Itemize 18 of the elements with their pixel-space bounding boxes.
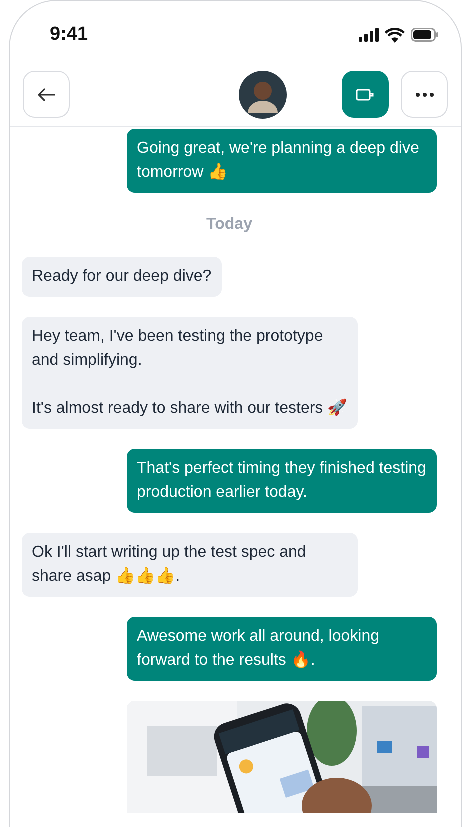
video-call-button[interactable]: [342, 71, 389, 118]
wifi-icon: [385, 28, 405, 42]
message-text: Awesome work all around, looking forward to the results 🔥.: [137, 627, 380, 671]
signal-icon: [359, 28, 379, 42]
message-text: Ready for our deep dive?: [32, 267, 212, 287]
message-text: That's perfect timing they finished testing production earlier today.: [137, 459, 427, 503]
date-divider: Today: [206, 215, 252, 235]
back-button[interactable]: [23, 71, 70, 118]
back-arrow-icon: [38, 88, 56, 102]
battery-icon: [411, 28, 439, 42]
more-icon: [416, 92, 434, 96]
video-camera-icon: [356, 88, 376, 102]
contact-avatar[interactable]: [239, 70, 287, 118]
status-time: 9:41: [50, 22, 88, 47]
message-text: It's almost ready to share with our testers 🚀: [32, 398, 348, 419]
message-text: Going great, we're planning a deep dive tomorrow 👍: [137, 139, 420, 183]
message-text: Hey team, I've been testing the prototype and simplifying.: [32, 327, 324, 371]
message-text: Ok I'll start writing up the test spec and share asap 👍👍👍.: [32, 543, 308, 587]
